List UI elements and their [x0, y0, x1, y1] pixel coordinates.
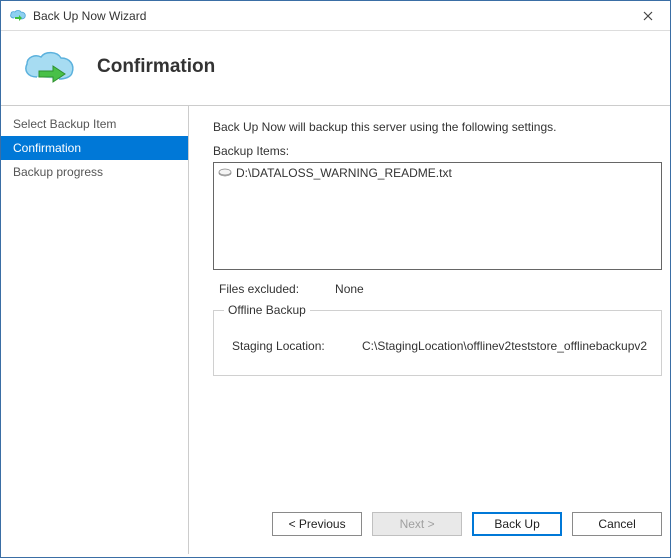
close-button[interactable] [626, 2, 670, 30]
button-row: < Previous Next > Back Up Cancel [272, 512, 662, 536]
staging-location-value: C:\StagingLocation\offlinev2teststore_of… [362, 339, 647, 353]
next-button: Next > [372, 512, 462, 536]
backup-items-list[interactable]: D:\DATALOSS_WARNING_README.txt [213, 162, 662, 270]
backup-item-path: D:\DATALOSS_WARNING_README.txt [236, 166, 452, 180]
sidebar-item-confirmation[interactable]: Confirmation [1, 136, 188, 160]
backup-button[interactable]: Back Up [472, 512, 562, 536]
files-excluded-value: None [335, 282, 364, 296]
list-item[interactable]: D:\DATALOSS_WARNING_README.txt [216, 165, 659, 181]
sidebar-item-label: Select Backup Item [13, 117, 116, 131]
sidebar-item-backup-progress[interactable]: Backup progress [1, 160, 188, 184]
header: Confirmation [1, 31, 670, 106]
sidebar-item-select-backup-item[interactable]: Select Backup Item [1, 112, 188, 136]
previous-button[interactable]: < Previous [272, 512, 362, 536]
intro-text: Back Up Now will backup this server usin… [213, 120, 662, 134]
backup-items-label: Backup Items: [213, 144, 662, 158]
main-panel: Back Up Now will backup this server usin… [189, 106, 671, 554]
cloud-arrow-icon [21, 49, 77, 85]
titlebar: Back Up Now Wizard [1, 1, 670, 31]
offline-backup-title: Offline Backup [224, 303, 310, 317]
files-excluded-label: Files excluded: [219, 282, 299, 296]
sidebar-item-label: Backup progress [13, 165, 103, 179]
offline-backup-group: Offline Backup Staging Location: C:\Stag… [213, 310, 662, 376]
staging-row: Staging Location: C:\StagingLocation\off… [232, 339, 647, 353]
page-title: Confirmation [97, 56, 215, 78]
sidebar-item-label: Confirmation [13, 141, 81, 155]
files-excluded-row: Files excluded: None [219, 282, 662, 296]
window-title: Back Up Now Wizard [33, 9, 146, 23]
staging-location-label: Staging Location: [232, 339, 342, 353]
drive-icon [218, 167, 232, 179]
sidebar: Select Backup Item Confirmation Backup p… [1, 106, 189, 554]
titlebar-left: Back Up Now Wizard [9, 9, 146, 23]
cancel-button[interactable]: Cancel [572, 512, 662, 536]
app-icon [9, 9, 27, 23]
